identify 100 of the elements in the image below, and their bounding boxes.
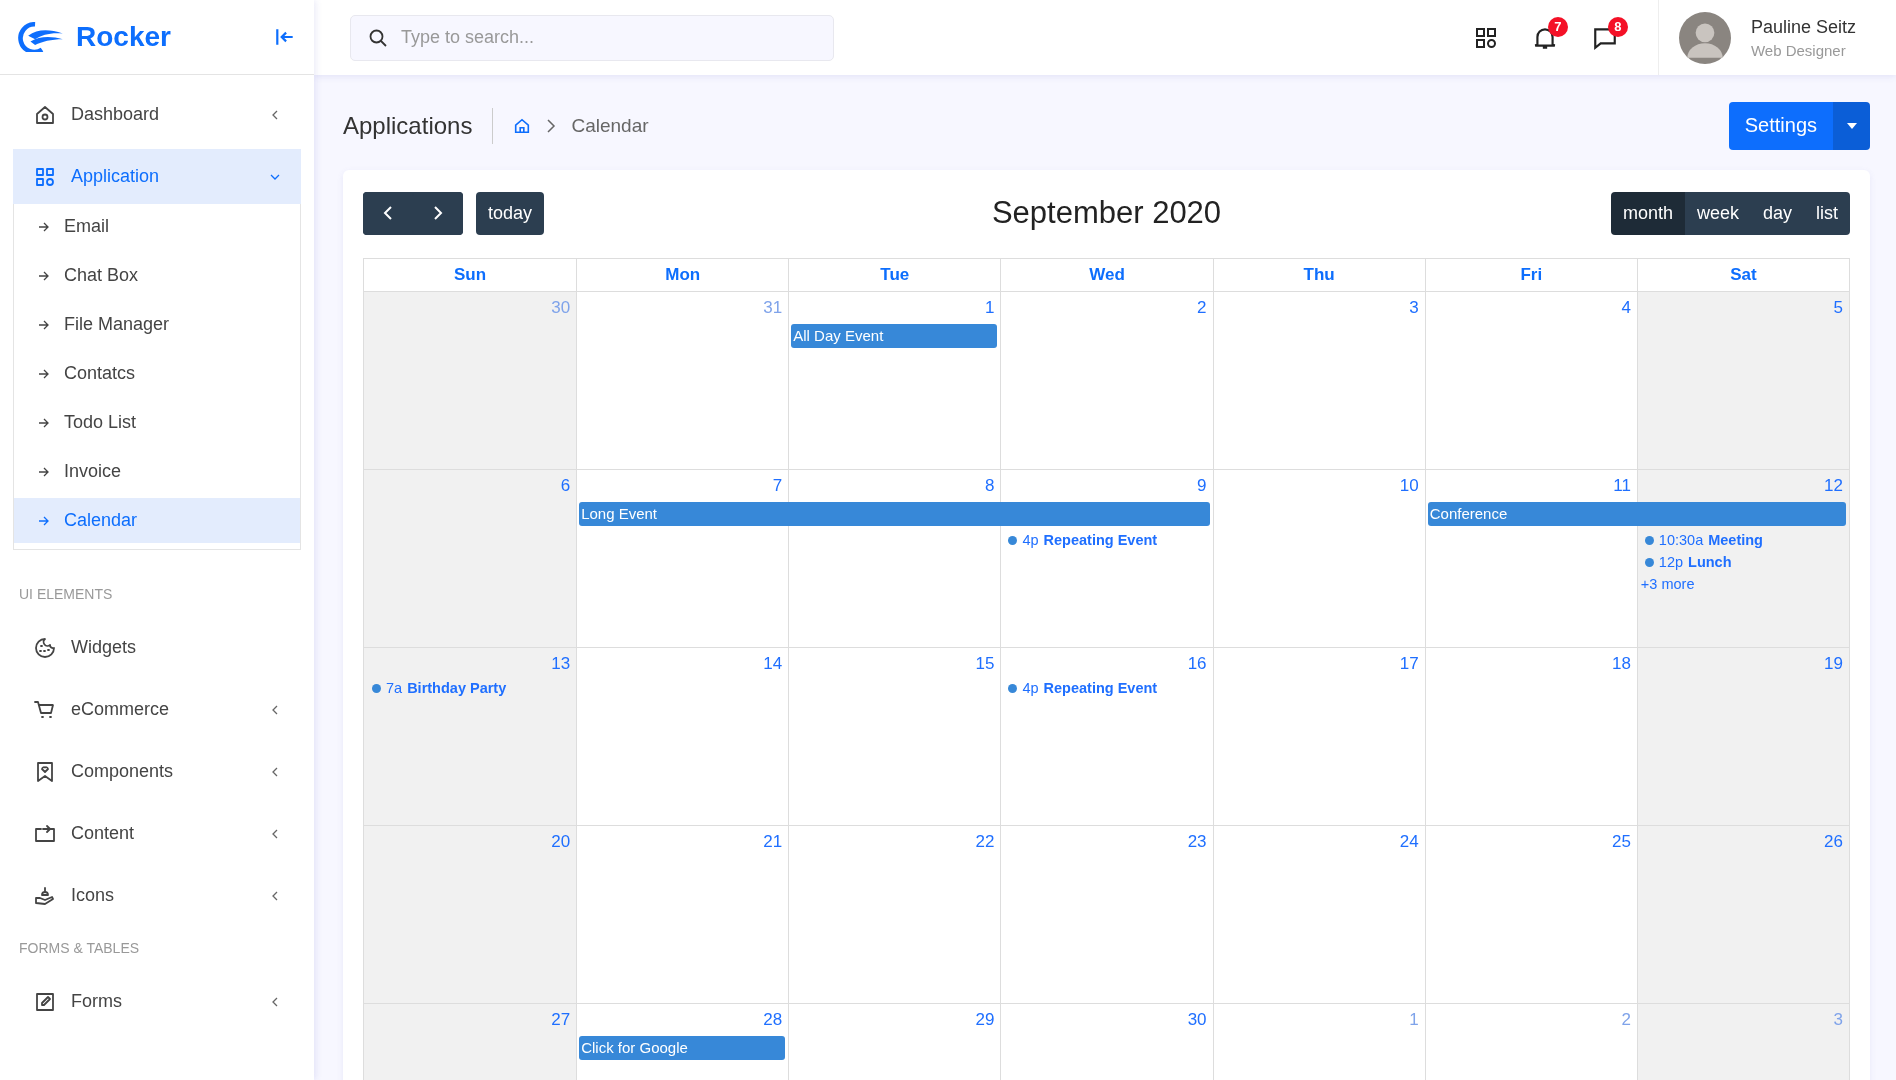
notification-count: 7: [1547, 16, 1568, 37]
day-number[interactable]: 1: [1403, 1004, 1425, 1034]
day-number[interactable]: 14: [757, 648, 789, 678]
day-number[interactable]: 5: [1827, 292, 1849, 322]
day-number[interactable]: 4: [1615, 292, 1637, 322]
weekday-header: Fri: [1424, 259, 1637, 291]
day-number[interactable]: 31: [757, 292, 789, 322]
day-number[interactable]: 2: [1191, 292, 1213, 322]
avatar[interactable]: [1678, 11, 1731, 64]
menu-item[interactable]: Widgets: [13, 620, 301, 675]
dropdown-toggle[interactable]: [1833, 101, 1870, 150]
weekday-header: Mon: [576, 259, 789, 291]
weekday-header: Sun: [453, 264, 488, 286]
chevron-icon: [545, 117, 558, 134]
weekday-header: Thu: [1212, 259, 1425, 291]
cookie-icon: [33, 635, 57, 660]
home-icon[interactable]: [513, 116, 532, 135]
day-number[interactable]: 30: [545, 292, 577, 322]
arrow-icon: [38, 318, 50, 331]
day-number[interactable]: 16: [1181, 648, 1213, 678]
menu-item[interactable]: Content: [13, 806, 301, 861]
menu-item[interactable]: Forms: [13, 974, 301, 1029]
arrow-icon: [38, 220, 50, 233]
search-icon: [368, 27, 388, 48]
event-bar[interactable]: Click for Google: [579, 1036, 786, 1060]
search-field[interactable]: Type to search...: [350, 14, 834, 61]
view-tab[interactable]: list: [1804, 191, 1850, 235]
settings-button[interactable]: Settings: [1728, 101, 1833, 150]
day-number[interactable]: 23: [1181, 826, 1213, 856]
day-number[interactable]: 20: [545, 826, 577, 856]
menu-item[interactable]: eCommerce: [13, 682, 301, 737]
day-number[interactable]: 15: [969, 648, 1001, 678]
user-name: Pauline Seitz: [1750, 16, 1856, 38]
day-number[interactable]: 17: [1393, 648, 1425, 678]
day-number[interactable]: 28: [757, 1004, 789, 1034]
day-number[interactable]: 12: [1818, 470, 1849, 500]
event-bar[interactable]: Long Event: [579, 502, 790, 526]
submenu-item[interactable]: Email: [14, 204, 300, 249]
more-link[interactable]: +3 more: [1640, 576, 1695, 592]
user-role: Web Designer: [1750, 41, 1847, 59]
day-number[interactable]: 13: [545, 648, 577, 678]
arrow-icon: [38, 269, 50, 282]
event-bar[interactable]: Conference: [1427, 502, 1638, 526]
submenu-item[interactable]: Contatcs: [14, 351, 300, 396]
day-number[interactable]: 6: [554, 470, 577, 500]
calendar-event[interactable]: 7a Birthday Party: [368, 680, 507, 696]
submenu-item[interactable]: File Manager: [14, 302, 300, 347]
calendar-event[interactable]: 4p Repeating Event: [1004, 532, 1158, 548]
menu-item[interactable]: Icons: [13, 868, 301, 923]
day-number[interactable]: 24: [1393, 826, 1425, 856]
day-number[interactable]: 26: [1818, 826, 1849, 856]
menu-item[interactable]: Dashboard: [13, 87, 301, 142]
brand-name: Rocker: [76, 21, 172, 53]
weekday-header: Wed: [1000, 259, 1213, 291]
day-number[interactable]: 3: [1403, 292, 1425, 322]
calendar-event[interactable]: 4p Repeating Event: [1004, 680, 1158, 696]
day-number[interactable]: 30: [1181, 1004, 1213, 1034]
day-number[interactable]: 7: [766, 470, 789, 500]
event-bar[interactable]: All Day Event: [791, 324, 998, 348]
calendar-event[interactable]: 12p Lunch: [1640, 554, 1732, 570]
day-number[interactable]: 9: [1191, 470, 1213, 500]
message-count: 8: [1607, 16, 1628, 37]
day-number[interactable]: 27: [545, 1004, 577, 1034]
day-number[interactable]: 22: [969, 826, 1001, 856]
view-tab[interactable]: week: [1684, 191, 1751, 235]
arrow-icon: [38, 416, 50, 429]
day-number[interactable]: 2: [1615, 1004, 1637, 1034]
menu-item[interactable]: Application: [13, 149, 301, 204]
day-number[interactable]: 10: [1393, 470, 1425, 500]
day-number[interactable]: 19: [1818, 648, 1849, 678]
arrow-icon: [38, 367, 50, 380]
day-number[interactable]: 21: [757, 826, 789, 856]
day-number[interactable]: 18: [1605, 648, 1637, 678]
calendar-title: September 2020: [991, 195, 1222, 231]
chevron-right-icon: [433, 205, 443, 221]
day-number[interactable]: 25: [1605, 826, 1637, 856]
submenu-item[interactable]: Todo List: [14, 400, 300, 445]
wave-logo-icon: [18, 22, 66, 52]
view-tab[interactable]: month: [1610, 191, 1685, 235]
arrow-icon: [38, 514, 50, 527]
today-button[interactable]: today: [476, 191, 545, 235]
submenu-item[interactable]: Calendar: [14, 498, 300, 543]
submenu-item[interactable]: Chat Box: [14, 253, 300, 298]
view-tab[interactable]: day: [1750, 191, 1804, 235]
day-number[interactable]: 8: [978, 470, 1001, 500]
collapse-icon[interactable]: [274, 26, 296, 48]
apps-grid-icon[interactable]: [1473, 25, 1498, 50]
day-number[interactable]: 11: [1607, 470, 1637, 500]
section-label: UI ELEMENTS: [18, 585, 114, 604]
calendar-event[interactable]: 10:30a Meeting: [1640, 532, 1763, 548]
section-label: FORMS & TABLES: [18, 939, 141, 958]
arrow-icon: [38, 465, 50, 478]
menu-item[interactable]: Components: [13, 744, 301, 799]
weekday-header: Sat: [1636, 259, 1849, 291]
submenu-item[interactable]: Invoice: [14, 449, 300, 494]
day-number[interactable]: 1: [978, 292, 1001, 322]
breadcrumb-item: Calendar: [571, 114, 649, 137]
caret-icon: [1846, 122, 1857, 129]
day-number[interactable]: 29: [969, 1004, 1001, 1034]
weekday-header: Tue: [788, 259, 1001, 291]
